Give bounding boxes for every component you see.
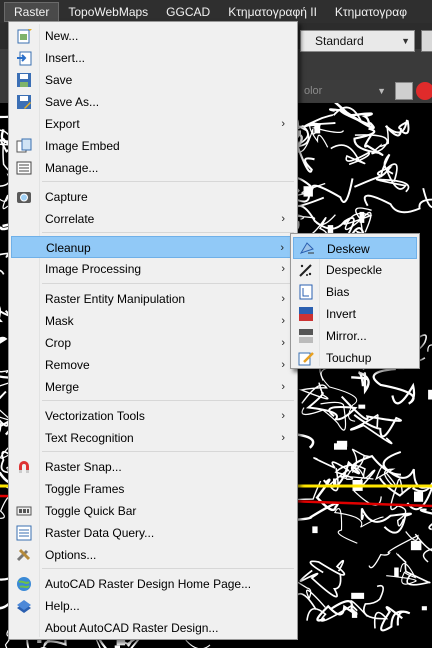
menu-item-export[interactable]: Export › — [11, 113, 295, 135]
menu-item-merge[interactable]: Merge › — [11, 376, 295, 398]
menu-item-capture[interactable]: Capture — [11, 186, 295, 208]
options-icon — [16, 547, 32, 563]
menu-item-image-embed[interactable]: Image Embed — [11, 135, 295, 157]
menu-ktimatografi[interactable]: Κτηματογραφ — [326, 2, 416, 22]
layer-tool-button[interactable] — [395, 82, 413, 100]
toolbar-button[interactable] — [421, 30, 432, 52]
menu-item-options[interactable]: Options... — [11, 544, 295, 566]
bias-icon — [298, 284, 314, 300]
menu-topowebmaps[interactable]: TopoWebMaps — [59, 2, 157, 22]
menu-item-toggle-quick-bar[interactable]: Toggle Quick Bar — [11, 500, 295, 522]
chevron-right-icon: › — [281, 432, 285, 444]
menu-separator — [42, 283, 294, 284]
submenu-item-bias[interactable]: Bias — [293, 281, 417, 303]
manage-icon — [16, 160, 32, 176]
chevron-down-icon: ▼ — [401, 36, 410, 46]
menu-separator — [42, 568, 294, 569]
chevron-right-icon: › — [281, 118, 285, 130]
menu-item-text-recognition[interactable]: Text Recognition › — [11, 427, 295, 449]
menu-item-correlate[interactable]: Correlate › — [11, 208, 295, 230]
new-raster-icon — [16, 28, 32, 44]
mirror-icon — [298, 328, 314, 344]
menu-item-save-as[interactable]: Save As... — [11, 91, 295, 113]
menu-item-help[interactable]: Help... — [11, 595, 295, 617]
color-dropdown-value: olor — [304, 85, 323, 97]
menu-item-save[interactable]: Save — [11, 69, 295, 91]
invert-icon — [298, 306, 314, 322]
despeckle-icon — [298, 262, 314, 278]
touchup-icon — [298, 350, 314, 366]
menu-item-manage[interactable]: Manage... — [11, 157, 295, 179]
menu-item-raster-snap[interactable]: Raster Snap... — [11, 456, 295, 478]
menu-item-mask[interactable]: Mask › — [11, 310, 295, 332]
menu-separator — [42, 232, 294, 233]
menu-item-home-page[interactable]: AutoCAD Raster Design Home Page... — [11, 573, 295, 595]
menu-item-raster-data-query[interactable]: Raster Data Query... — [11, 522, 295, 544]
menu-item-about[interactable]: About AutoCAD Raster Design... — [11, 617, 295, 639]
chevron-right-icon: › — [281, 359, 285, 371]
chevron-right-icon: › — [281, 213, 285, 225]
text-style-dropdown[interactable]: Standard ▼ — [300, 30, 415, 52]
menu-ktimatografi-2[interactable]: Κτηματογραφή II — [219, 2, 326, 22]
raster-dropdown-menu: New... Insert... Save Save As... Export … — [8, 21, 298, 640]
home-page-icon — [16, 576, 32, 592]
menu-item-remove[interactable]: Remove › — [11, 354, 295, 376]
data-query-icon — [16, 525, 32, 541]
chevron-right-icon: › — [281, 315, 285, 327]
capture-icon — [16, 189, 32, 205]
image-embed-icon — [16, 138, 32, 154]
chevron-down-icon: ▼ — [377, 86, 386, 96]
help-icon — [16, 598, 32, 614]
menu-separator — [42, 451, 294, 452]
menu-item-crop[interactable]: Crop › — [11, 332, 295, 354]
chevron-right-icon: › — [280, 242, 284, 254]
chevron-right-icon: › — [281, 337, 285, 349]
menu-ggcad[interactable]: GGCAD — [157, 2, 219, 22]
save-icon — [16, 72, 32, 88]
deskew-icon — [299, 241, 315, 257]
chevron-right-icon: › — [281, 263, 285, 275]
menu-separator — [42, 400, 294, 401]
menu-item-new[interactable]: New... — [11, 25, 295, 47]
submenu-item-mirror[interactable]: Mirror... — [293, 325, 417, 347]
menu-separator — [42, 181, 294, 182]
main-menu-bar: Raster TopoWebMaps GGCAD Κτηματογραφή II… — [0, 0, 432, 23]
insert-icon — [16, 50, 32, 66]
submenu-item-despeckle[interactable]: Despeckle — [293, 259, 417, 281]
color-dropdown[interactable]: olor ▼ — [300, 80, 390, 102]
menu-item-toggle-frames[interactable]: Toggle Frames — [11, 478, 295, 500]
menu-item-raster-entity-manipulation[interactable]: Raster Entity Manipulation › — [11, 288, 295, 310]
submenu-item-deskew[interactable]: Deskew — [293, 237, 417, 259]
chevron-right-icon: › — [281, 410, 285, 422]
menu-raster[interactable]: Raster — [4, 1, 60, 22]
magnet-icon — [16, 459, 32, 475]
menu-item-image-processing[interactable]: Image Processing › — [11, 258, 295, 280]
pdf-button[interactable] — [416, 82, 432, 100]
quick-bar-icon — [16, 503, 32, 519]
menu-item-insert[interactable]: Insert... — [11, 47, 295, 69]
chevron-right-icon: › — [281, 293, 285, 305]
save-as-icon — [16, 94, 32, 110]
text-style-value: Standard — [315, 34, 364, 48]
submenu-item-touchup[interactable]: Touchup — [293, 347, 417, 369]
chevron-right-icon: › — [281, 381, 285, 393]
submenu-item-invert[interactable]: Invert — [293, 303, 417, 325]
cleanup-submenu: Deskew Despeckle Bias Invert Mirror... T… — [290, 233, 420, 369]
menu-item-vectorization-tools[interactable]: Vectorization Tools › — [11, 405, 295, 427]
menu-item-cleanup[interactable]: Cleanup › — [11, 236, 295, 258]
